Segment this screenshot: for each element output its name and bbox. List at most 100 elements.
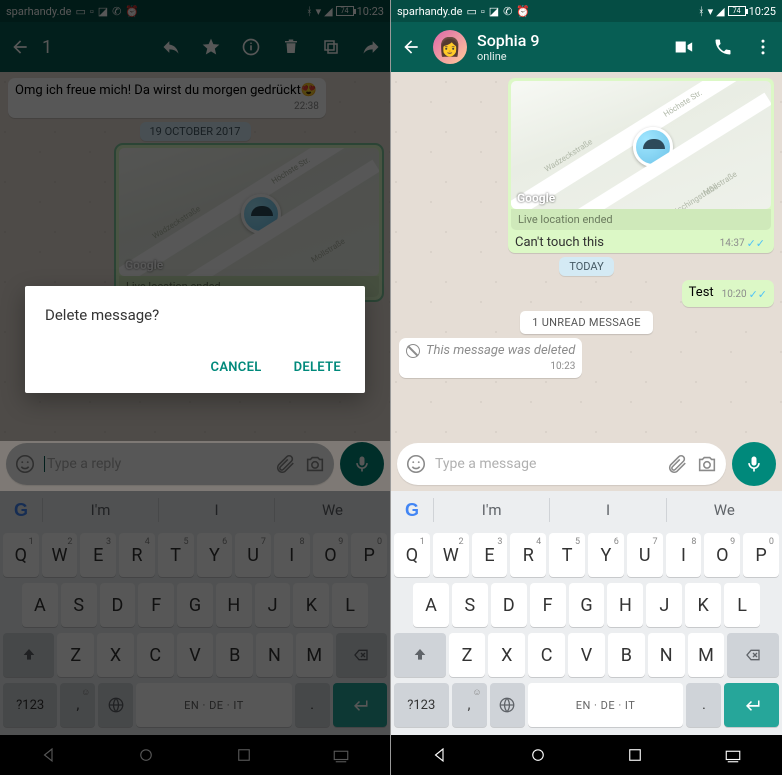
key-g[interactable]: G bbox=[177, 583, 213, 627]
key-u[interactable]: U7 bbox=[627, 533, 663, 577]
key-n[interactable]: N bbox=[256, 633, 293, 677]
key-t[interactable]: T5 bbox=[158, 533, 194, 577]
space-key[interactable]: EN · DE · IT bbox=[528, 683, 684, 727]
enter-key[interactable] bbox=[724, 683, 779, 727]
google-button[interactable]: G bbox=[0, 500, 42, 521]
forward-icon[interactable] bbox=[360, 36, 382, 58]
lang-key[interactable] bbox=[98, 683, 133, 727]
emoji-icon[interactable] bbox=[14, 453, 36, 475]
key-n[interactable]: N bbox=[648, 633, 685, 677]
mic-button[interactable] bbox=[340, 442, 384, 486]
key-a[interactable]: A bbox=[413, 583, 449, 627]
key-z[interactable]: Z bbox=[449, 633, 486, 677]
delete-button[interactable]: DELETE bbox=[290, 352, 345, 383]
key-b[interactable]: B bbox=[608, 633, 645, 677]
key-v[interactable]: V bbox=[568, 633, 605, 677]
google-button[interactable]: G bbox=[391, 500, 433, 521]
mic-button[interactable] bbox=[732, 442, 776, 486]
message-input[interactable]: Type a message bbox=[397, 443, 726, 485]
nav-keyboard-toggle[interactable] bbox=[332, 746, 350, 764]
key-a[interactable]: A bbox=[22, 583, 58, 627]
chat-area[interactable]: Höchste Str. Wadzeckstraße Mollstraße Bü… bbox=[391, 72, 782, 441]
comma-key[interactable]: ,☺ bbox=[60, 683, 95, 727]
shift-key[interactable] bbox=[394, 633, 446, 677]
key-q[interactable]: Q1 bbox=[394, 533, 430, 577]
key-y[interactable]: Y6 bbox=[197, 533, 233, 577]
suggestion[interactable]: I'm bbox=[433, 498, 549, 522]
key-w[interactable]: W2 bbox=[433, 533, 469, 577]
key-h[interactable]: H bbox=[607, 583, 643, 627]
suggestion[interactable]: We bbox=[666, 498, 782, 522]
key-i[interactable]: I8 bbox=[274, 533, 310, 577]
deleted-message[interactable]: This message was deleted 10:23 bbox=[399, 338, 582, 378]
suggestion[interactable]: I bbox=[158, 498, 274, 522]
backspace-key[interactable] bbox=[336, 633, 387, 677]
key-o[interactable]: O9 bbox=[313, 533, 349, 577]
shift-key[interactable] bbox=[3, 633, 54, 677]
key-y[interactable]: Y6 bbox=[588, 533, 624, 577]
contact-header[interactable]: Sophia 9 online bbox=[477, 31, 539, 63]
camera-icon[interactable] bbox=[696, 453, 718, 475]
star-icon[interactable] bbox=[200, 36, 222, 58]
key-q[interactable]: Q1 bbox=[3, 533, 39, 577]
symbols-key[interactable]: ?123 bbox=[3, 683, 57, 727]
emoji-icon[interactable] bbox=[405, 453, 427, 475]
message-input[interactable]: Type a reply bbox=[6, 443, 334, 485]
suggestion[interactable]: I'm bbox=[42, 498, 158, 522]
key-p[interactable]: P0 bbox=[351, 533, 387, 577]
key-w[interactable]: W2 bbox=[42, 533, 78, 577]
backspace-key[interactable] bbox=[727, 633, 779, 677]
enter-key[interactable] bbox=[333, 683, 387, 727]
key-r[interactable]: R4 bbox=[119, 533, 155, 577]
key-i[interactable]: I8 bbox=[666, 533, 702, 577]
key-m[interactable]: M bbox=[296, 633, 333, 677]
more-icon[interactable] bbox=[752, 36, 774, 58]
delete-icon[interactable] bbox=[280, 36, 302, 58]
lang-key[interactable] bbox=[490, 683, 525, 727]
key-d[interactable]: D bbox=[100, 583, 136, 627]
location-map[interactable]: Höchste Str. Wadzeckstraße Mollstraße Bü… bbox=[511, 81, 771, 209]
location-map[interactable]: Höchste Str. Wadzeckstraße Mollstraße Go… bbox=[119, 148, 379, 276]
comma-key[interactable]: ,☺ bbox=[452, 683, 487, 727]
key-l[interactable]: L bbox=[332, 583, 368, 627]
key-k[interactable]: K bbox=[293, 583, 329, 627]
nav-keyboard-toggle[interactable] bbox=[724, 746, 742, 764]
key-e[interactable]: E3 bbox=[472, 533, 508, 577]
key-l[interactable]: L bbox=[724, 583, 760, 627]
key-b[interactable]: B bbox=[216, 633, 253, 677]
key-z[interactable]: Z bbox=[57, 633, 94, 677]
key-c[interactable]: C bbox=[137, 633, 174, 677]
key-g[interactable]: G bbox=[569, 583, 605, 627]
key-x[interactable]: X bbox=[97, 633, 134, 677]
attach-icon[interactable] bbox=[666, 453, 688, 475]
nav-home[interactable] bbox=[529, 746, 547, 764]
attach-icon[interactable] bbox=[274, 453, 296, 475]
cancel-button[interactable]: CANCEL bbox=[207, 352, 266, 383]
key-s[interactable]: S bbox=[452, 583, 488, 627]
nav-home[interactable] bbox=[137, 746, 155, 764]
key-o[interactable]: O9 bbox=[704, 533, 740, 577]
copy-icon[interactable] bbox=[320, 36, 342, 58]
suggestion[interactable]: We bbox=[274, 498, 390, 522]
suggestion[interactable]: I bbox=[549, 498, 665, 522]
location-message-selected[interactable]: Höchste Str. Wadzeckstraße Mollstraße Go… bbox=[116, 145, 382, 300]
info-icon[interactable] bbox=[240, 36, 262, 58]
key-r[interactable]: R4 bbox=[510, 533, 546, 577]
key-x[interactable]: X bbox=[488, 633, 525, 677]
location-message[interactable]: Höchste Str. Wadzeckstraße Mollstraße Bü… bbox=[508, 78, 774, 253]
key-t[interactable]: T5 bbox=[549, 533, 585, 577]
key-k[interactable]: K bbox=[685, 583, 721, 627]
period-key[interactable]: . bbox=[295, 683, 330, 727]
key-h[interactable]: H bbox=[216, 583, 252, 627]
nav-back[interactable] bbox=[40, 746, 58, 764]
key-j[interactable]: J bbox=[646, 583, 682, 627]
key-s[interactable]: S bbox=[61, 583, 97, 627]
key-e[interactable]: E3 bbox=[80, 533, 116, 577]
camera-icon[interactable] bbox=[304, 453, 326, 475]
video-call-icon[interactable] bbox=[672, 36, 694, 58]
key-d[interactable]: D bbox=[491, 583, 527, 627]
back-button[interactable] bbox=[8, 35, 32, 59]
outgoing-message[interactable]: Test 10:20 ✓✓ bbox=[682, 280, 774, 307]
key-f[interactable]: F bbox=[138, 583, 174, 627]
symbols-key[interactable]: ?123 bbox=[394, 683, 449, 727]
